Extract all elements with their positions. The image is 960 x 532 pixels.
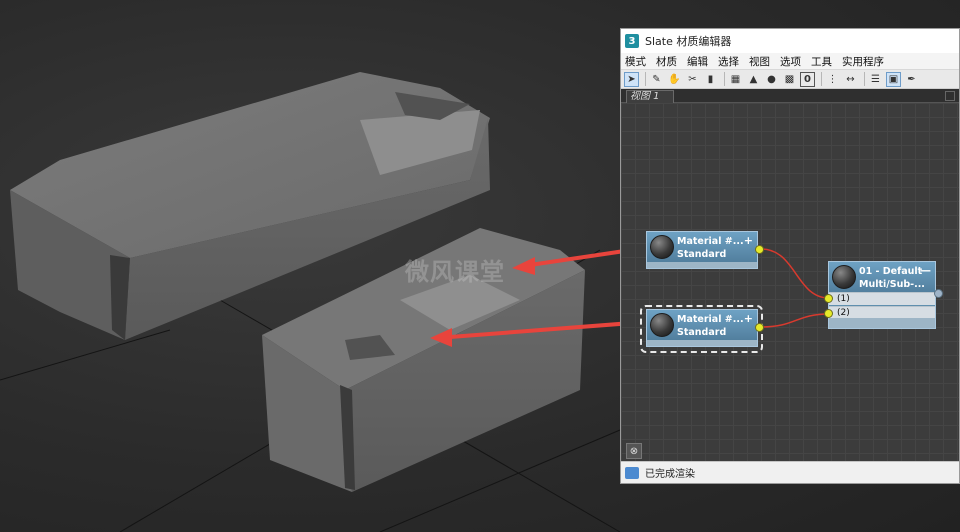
toolbar: ➤ ✎ ✋ ✂ ▮ ▦ ▲ ● ▩ 0 ⋮ ↔ ☰ ▣ ✒ <box>621 69 959 89</box>
output-port[interactable] <box>755 323 764 332</box>
title-bar[interactable]: 3 Slate 材质编辑器 <box>621 29 959 53</box>
menu-tools[interactable]: 工具 <box>811 54 832 69</box>
collapse-icon[interactable]: — <box>920 264 931 277</box>
app-icon: 3 <box>625 34 639 48</box>
node-header: Material #... Standard + <box>647 232 757 262</box>
node-type: Standard <box>677 249 727 260</box>
zero-icon[interactable]: 0 <box>800 71 815 87</box>
expand-icon[interactable]: + <box>744 234 753 247</box>
layout-icon[interactable]: ▦ <box>728 72 743 87</box>
node-name: 01 - Default <box>859 266 923 277</box>
menu-material[interactable]: 材质 <box>656 54 677 69</box>
tab-view-1[interactable]: 视图 1 <box>626 90 674 103</box>
assign-icon[interactable]: ▲ <box>746 72 761 87</box>
menu-utilities[interactable]: 实用程序 <box>842 54 884 69</box>
multi-sub-object-node[interactable]: 01 - Default Multi/Sub-... — (1) (2) <box>828 261 936 329</box>
pen-icon[interactable]: ✒ <box>904 72 919 87</box>
input-port-1[interactable] <box>824 294 833 303</box>
menu-select[interactable]: 选择 <box>718 54 739 69</box>
menu-view[interactable]: 视图 <box>749 54 770 69</box>
input-port-2[interactable] <box>824 309 833 318</box>
material-node-2[interactable]: Material #... Standard + <box>646 309 758 347</box>
toolbar-separator <box>864 72 865 86</box>
node-header: Material #... Standard + <box>647 310 757 340</box>
output-port[interactable] <box>934 289 943 298</box>
window-title: Slate 材质编辑器 <box>645 35 732 48</box>
status-bar: 已完成渲染 <box>621 461 959 483</box>
hand-icon[interactable]: ✋ <box>667 72 682 87</box>
view-tab-bar: 视图 1 <box>621 89 959 103</box>
node-header: 01 - Default Multi/Sub-... — <box>829 262 935 292</box>
menu-options[interactable]: 选项 <box>780 54 801 69</box>
watermark-text: 微风课堂 <box>405 258 505 286</box>
node-footer <box>829 318 935 328</box>
status-text: 已完成渲染 <box>645 469 695 480</box>
bg-icon[interactable]: ● <box>764 72 779 87</box>
wire-material2-slot2 <box>760 313 830 328</box>
menu-edit[interactable]: 编辑 <box>687 54 708 69</box>
arrange-icon[interactable]: ⋮ <box>825 72 840 87</box>
checker-icon[interactable]: ▩ <box>782 72 797 87</box>
trash-icon[interactable]: ▮ <box>703 72 718 87</box>
binoculars-icon[interactable]: ⊗ <box>626 443 642 459</box>
select-arrow-icon[interactable]: ➤ <box>624 71 639 87</box>
expand-icon[interactable]: + <box>744 312 753 325</box>
material-sphere-icon <box>832 265 856 289</box>
node-type: Standard <box>677 327 727 338</box>
output-port[interactable] <box>755 245 764 254</box>
scissors-icon[interactable]: ✂ <box>685 72 700 87</box>
node-name: Material #... <box>677 314 744 325</box>
node-name: Material #... <box>677 236 744 247</box>
slate-material-editor-window[interactable]: 3 Slate 材质编辑器 模式 材质 编辑 选择 视图 选项 工具 实用程序 … <box>620 28 960 484</box>
material-sphere-icon <box>650 313 674 337</box>
material-sphere-icon <box>650 235 674 259</box>
node-footer <box>647 262 757 268</box>
move-icon[interactable]: ↔ <box>843 72 858 87</box>
eyedropper-icon[interactable]: ✎ <box>649 72 664 87</box>
node-view-canvas[interactable]: Material #... Standard + Material #... S… <box>621 103 959 463</box>
menu-mode[interactable]: 模式 <box>625 54 646 69</box>
node-footer <box>647 340 757 346</box>
wire-material1-slot1 <box>760 248 830 299</box>
material-node-1[interactable]: Material #... Standard + <box>646 231 758 269</box>
list-icon[interactable]: ☰ <box>868 72 883 87</box>
toolbar-separator <box>724 72 725 86</box>
toolbar-separator <box>645 72 646 86</box>
slot-row-1[interactable]: (1) <box>829 292 935 305</box>
node-type: Multi/Sub-... <box>859 279 925 290</box>
toolbar-separator <box>821 72 822 86</box>
render-status-icon <box>625 466 639 479</box>
menu-bar: 模式 材质 编辑 选择 视图 选项 工具 实用程序 <box>621 53 959 69</box>
tab-options-box[interactable] <box>945 91 955 101</box>
render-icon[interactable]: ▣ <box>886 71 901 87</box>
